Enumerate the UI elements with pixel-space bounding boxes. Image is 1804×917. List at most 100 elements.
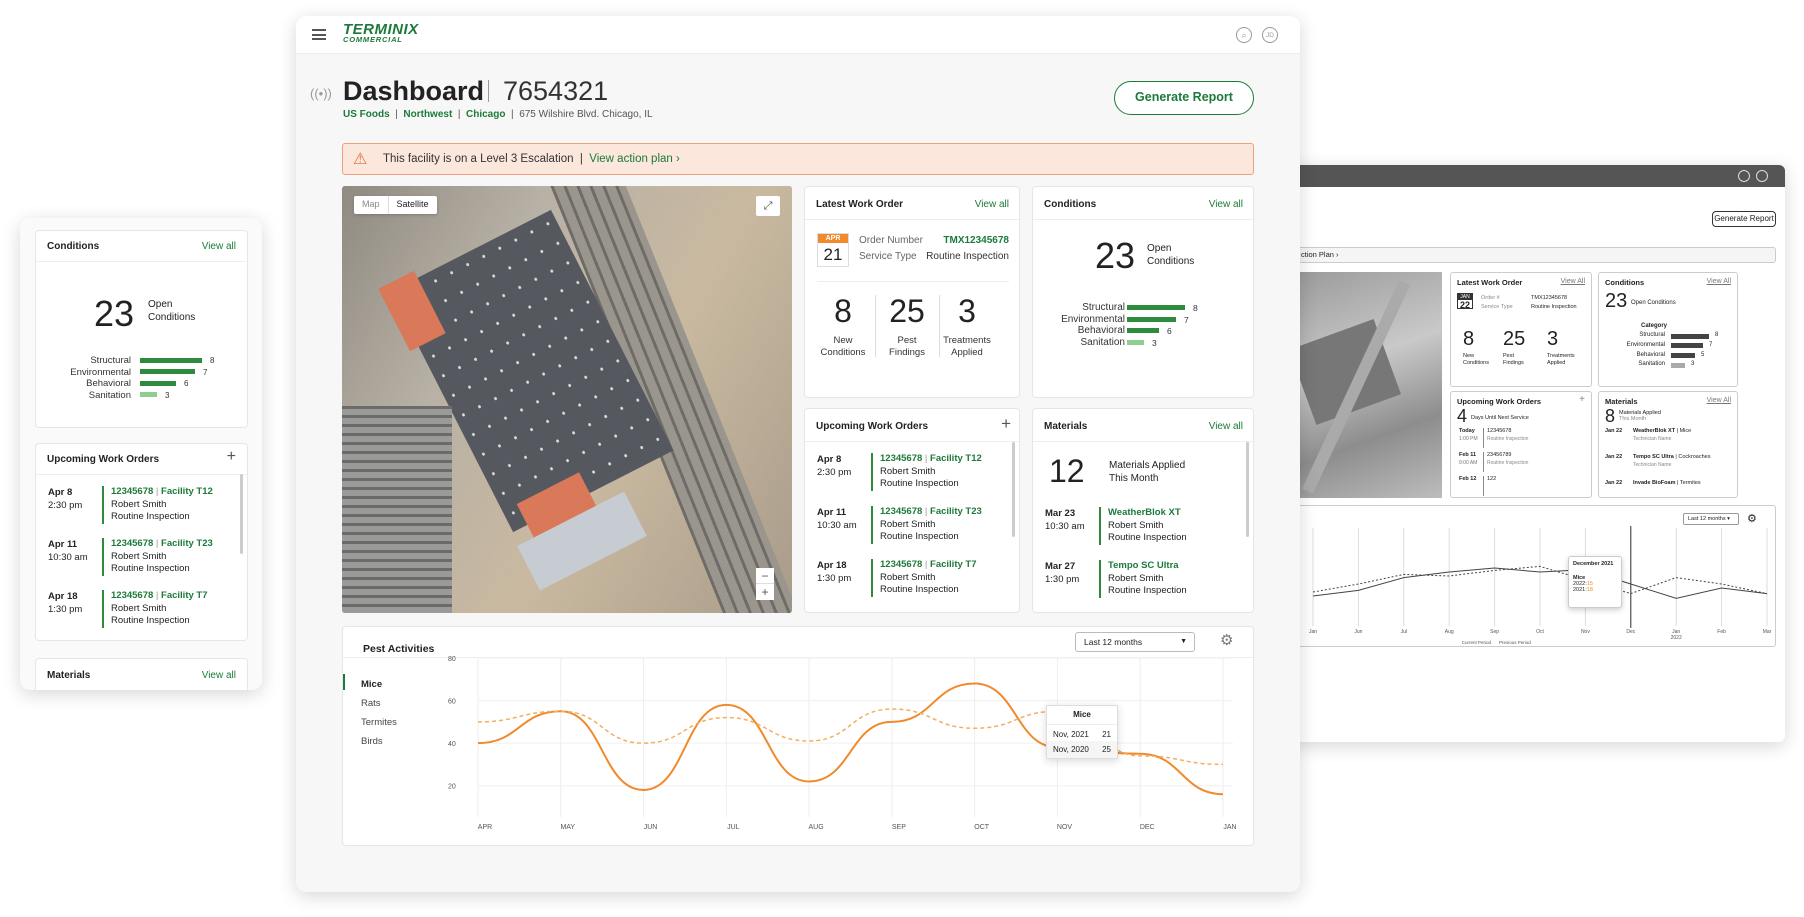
avatar[interactable] [1756, 170, 1768, 182]
work-order-item[interactable]: 12345678 | Facility T12 Robert Smith Routi… [111, 486, 213, 524]
facility-name[interactable]: Facility T23 [930, 506, 982, 517]
material-item[interactable]: Tempo SC Ultra | Cockroaches [1633, 454, 1710, 460]
work-order-item[interactable]: 12345678 | Facility T7 Robert Smith Routin… [880, 559, 977, 597]
work-order-title[interactable]: 12345678 | Facility T12 [111, 486, 213, 499]
work-order-title[interactable]: 12345678 | Facility T12 [880, 453, 982, 466]
y-tick-label: 20 [448, 784, 456, 791]
stat-label: Treatments Applied [935, 335, 999, 359]
zoom-out-icon[interactable]: − [756, 568, 774, 584]
stat-number: 8 [1463, 328, 1475, 350]
stat-label-line: Findings [889, 347, 925, 358]
tab-map[interactable]: Map [354, 196, 388, 214]
condition-bar [1127, 305, 1185, 310]
work-order-title[interactable]: 12345678 | Facility T23 [880, 506, 982, 519]
view-all-link[interactable]: View all [1209, 421, 1243, 432]
work-order-item[interactable]: 12345678 | Facility T7 Robert Smith Routin… [111, 590, 208, 628]
work-order-title[interactable]: 12345678 | Facility T7 [880, 559, 977, 572]
add-icon[interactable]: + [1579, 394, 1585, 405]
facility-name[interactable]: Facility T12 [930, 453, 982, 464]
y-tick-label: 40 [448, 741, 456, 748]
material-item[interactable]: WeatherBlok XT Robert Smith Routine Inspec… [1108, 507, 1187, 545]
breadcrumb-link[interactable]: Chicago [466, 109, 505, 120]
work-order-number[interactable]: 12345678 [111, 486, 153, 497]
material-name[interactable]: Tempo SC Ultra [1633, 454, 1674, 460]
separator: | [922, 453, 931, 464]
legend-item[interactable]: Rats [361, 698, 381, 709]
material-name[interactable]: Tempo SC Ultra [1108, 560, 1187, 573]
work-order-number[interactable]: 122 [1487, 476, 1496, 482]
view-all-link[interactable]: View all [202, 670, 236, 681]
satellite-map[interactable]: Map Satellite ⤢ − + [342, 186, 792, 613]
view-all-link[interactable]: View all [975, 199, 1009, 210]
view-all-link[interactable]: View all [1209, 199, 1243, 210]
pest-name: Termites [1679, 480, 1701, 486]
view-all-link[interactable]: View All [1561, 278, 1585, 285]
condition-label: Structural [1082, 302, 1125, 313]
work-order-title[interactable]: 12345678 | Facility T7 [111, 590, 208, 603]
work-order-number[interactable]: 12345678 [880, 453, 922, 464]
scrollbar[interactable] [1012, 442, 1015, 537]
breadcrumb-link[interactable]: US Foods [343, 109, 390, 120]
work-order-number[interactable]: 23456789 [1487, 452, 1511, 458]
facility-name[interactable]: Facility T7 [161, 590, 207, 601]
y-tick-label: 60 [448, 699, 456, 706]
secondary-dashboard-window: Generate Report ction Plan › Latest Work… [1290, 165, 1785, 742]
work-order-number[interactable]: 12345678 [880, 506, 922, 517]
menu-icon[interactable] [312, 29, 326, 40]
work-order-item[interactable]: 12345678 | Facility T12 Robert Smith Routi… [880, 453, 982, 491]
breadcrumb-link[interactable]: Northwest [403, 109, 452, 120]
fullscreen-icon[interactable]: ⤢ [756, 196, 780, 216]
material-item[interactable]: Invade BioFoam | Termites [1633, 480, 1701, 486]
action-plan-link[interactable]: View action plan [589, 153, 673, 165]
material-name[interactable]: WeatherBlok XT [1108, 507, 1187, 520]
condition-count: 8 [1715, 332, 1719, 338]
work-order-number[interactable]: 12345678 [111, 538, 153, 549]
material-item[interactable]: WeatherBlok XT | Mice [1633, 428, 1691, 434]
view-all-link[interactable]: View All [1707, 397, 1731, 404]
condition-label: Sanitation [88, 389, 131, 401]
work-order-title[interactable]: 12345678 | Facility T23 [111, 538, 213, 551]
generate-report-button[interactable]: Generate Report [1712, 211, 1776, 227]
search-icon[interactable]: ⌕ [1236, 27, 1252, 43]
facility-name[interactable]: Facility T12 [161, 486, 213, 497]
work-order-date: Apr 11 10:30 am [817, 506, 857, 532]
legend-item[interactable]: Termites [361, 717, 397, 728]
technician-name: Robert Smith [880, 518, 936, 530]
scrollbar[interactable] [240, 474, 243, 554]
satellite-map-grayscale[interactable] [1290, 272, 1442, 498]
material-name[interactable]: WeatherBlok XT [1633, 428, 1675, 434]
avatar[interactable]: JD [1262, 27, 1278, 43]
work-order-line [102, 538, 104, 576]
view-all-link[interactable]: View All [1707, 278, 1731, 285]
work-order-item[interactable]: 12345678 | Facility T23 Robert Smith Routi… [880, 506, 982, 544]
material-name[interactable]: Invade BioFoam [1633, 480, 1675, 486]
condition-bar [1127, 328, 1159, 333]
work-order-number[interactable]: 12345678 [1487, 428, 1511, 434]
top-bar: TERMINIX COMMERCIAL ⌕ JD [296, 16, 1300, 54]
secondary-topbar [1290, 165, 1785, 187]
work-order-item[interactable]: 12345678 | Facility T23 Robert Smith Routi… [111, 538, 213, 576]
card-title: Materials [47, 670, 91, 681]
order-number-link[interactable]: TMX12345678 [943, 235, 1009, 246]
x-tick-label: OCT [974, 824, 990, 831]
facility-name[interactable]: Facility T23 [161, 538, 213, 549]
brand-logo[interactable]: TERMINIX COMMERCIAL [343, 22, 419, 44]
work-order-number[interactable]: 12345678 [111, 590, 153, 601]
view-all-link[interactable]: View all [202, 241, 236, 252]
tab-satellite[interactable]: Satellite [387, 196, 437, 214]
material-item[interactable]: Tempo SC Ultra Robert Smith Routine Inspec… [1108, 560, 1187, 598]
work-order-number[interactable]: 12345678 [880, 559, 922, 570]
conditions-count: 23 [1095, 235, 1136, 276]
action-plan-bar[interactable]: ction Plan › [1290, 247, 1776, 263]
generate-report-button[interactable]: Generate Report [1114, 81, 1254, 115]
add-icon[interactable]: + [227, 448, 236, 466]
legend-item[interactable]: Mice [361, 679, 382, 690]
search-icon[interactable] [1738, 170, 1750, 182]
scrollbar[interactable] [1246, 442, 1249, 537]
secondary-chart-tooltip: December 2021 Mice 2022:15 2021:18 [1568, 556, 1622, 608]
add-icon[interactable]: + [1001, 414, 1011, 434]
card-title: Upcoming Work Orders [47, 454, 160, 465]
facility-name[interactable]: Facility T7 [930, 559, 976, 570]
legend-item[interactable]: Birds [361, 736, 383, 747]
zoom-in-icon[interactable]: + [756, 584, 774, 600]
